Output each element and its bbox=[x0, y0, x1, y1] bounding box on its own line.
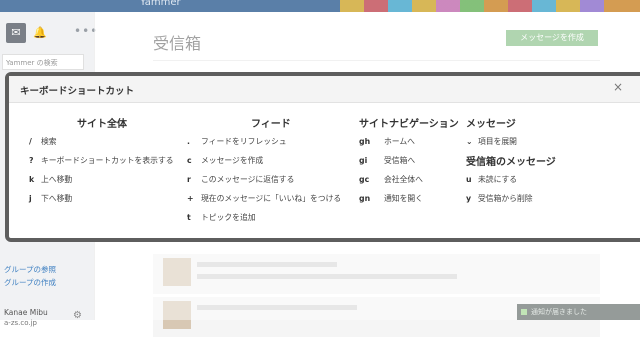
shortcut-row: c メッセージを作成 bbox=[187, 155, 263, 166]
shortcut-row: gc 会社全体へ bbox=[359, 174, 423, 185]
shortcut-row: gn 通知を開く bbox=[359, 193, 423, 204]
shortcut-key: r bbox=[187, 175, 191, 184]
shortcut-key: + bbox=[187, 194, 194, 203]
gear-icon[interactable]: ⚙ bbox=[73, 310, 82, 321]
shortcut-key: gn bbox=[359, 194, 371, 203]
shortcut-row: j 下へ移動 bbox=[29, 193, 72, 204]
shortcut-label: 未読にする bbox=[478, 175, 518, 184]
create-group-link[interactable]: グループの作成 bbox=[4, 277, 56, 288]
shortcut-key: / bbox=[29, 137, 32, 146]
shortcut-row: gi 受信箱へ bbox=[359, 155, 415, 166]
shortcut-label: メッセージを作成 bbox=[201, 156, 264, 165]
shortcut-row: y 受信箱から削除 bbox=[466, 193, 533, 204]
shortcut-row: gh ホームへ bbox=[359, 136, 415, 147]
bell-icon[interactable]: 🔔 bbox=[33, 26, 47, 39]
user-name[interactable]: Kanae Mibu bbox=[4, 308, 48, 317]
section-heading-site-navigation: サイトナビゲーション bbox=[359, 119, 459, 130]
shortcut-row: r このメッセージに返信する bbox=[187, 174, 294, 185]
shortcut-key: u bbox=[466, 175, 472, 184]
shortcut-row: + 現在のメッセージに「いいね」をつける bbox=[187, 193, 341, 204]
shortcut-label: 上へ移動 bbox=[41, 175, 73, 184]
shortcut-label: トピックを追加 bbox=[201, 213, 256, 222]
shortcut-row: ⌄ 項目を展開 bbox=[466, 136, 517, 147]
user-email: a-zs.co.jp bbox=[4, 319, 37, 327]
shortcut-key: t bbox=[187, 213, 191, 222]
shortcut-row: ? キーボードショートカットを表示する bbox=[29, 155, 174, 166]
shortcut-key: c bbox=[187, 156, 192, 165]
shortcut-label: 検索 bbox=[41, 137, 57, 146]
shortcut-label: 現在のメッセージに「いいね」をつける bbox=[201, 194, 342, 203]
section-heading-message: メッセージ bbox=[466, 119, 516, 130]
shortcut-row: k 上へ移動 bbox=[29, 174, 72, 185]
close-icon[interactable]: × bbox=[613, 80, 623, 94]
shortcut-key: y bbox=[466, 194, 472, 203]
top-navigation-bar: Yammer bbox=[0, 0, 640, 12]
shortcut-key: . bbox=[187, 137, 190, 146]
shortcut-row: t トピックを追加 bbox=[187, 212, 256, 223]
search-input[interactable]: Yammer の検索 bbox=[2, 54, 84, 70]
chevron-down-icon: ⌄ bbox=[466, 137, 473, 146]
section-heading-site: サイト全体 bbox=[77, 119, 127, 130]
keyboard-shortcuts-dialog: キーボードショートカット × サイト全体 / 検索 ? キーボードショートカットを表… bbox=[5, 72, 640, 242]
shortcut-label: 通知を開く bbox=[384, 194, 423, 203]
shortcut-row: . フィードをリフレッシュ bbox=[187, 136, 287, 147]
shortcut-label: ホームへ bbox=[384, 137, 415, 146]
shortcut-label: 項目を展開 bbox=[478, 137, 517, 146]
shortcut-label: フィードをリフレッシュ bbox=[201, 137, 287, 146]
browse-groups-link[interactable]: グループの参照 bbox=[4, 264, 56, 275]
shortcut-row: u 未読にする bbox=[466, 174, 517, 185]
shortcut-key: k bbox=[29, 175, 35, 184]
dialog-header: キーボードショートカット × bbox=[9, 76, 640, 103]
shortcut-key: ? bbox=[29, 156, 34, 165]
shortcut-key: j bbox=[29, 194, 32, 203]
shortcut-key: gi bbox=[359, 156, 368, 165]
section-heading-feed: フィード bbox=[251, 119, 291, 130]
dialog-title: キーボードショートカット bbox=[20, 86, 135, 97]
shortcut-row: / 検索 bbox=[29, 136, 57, 147]
shortcut-key: gc bbox=[359, 175, 370, 184]
brand-name: Yammer bbox=[140, 0, 181, 8]
shortcut-label: このメッセージに返信する bbox=[201, 175, 295, 184]
mail-icon[interactable]: ✉ bbox=[6, 23, 26, 43]
shortcut-label: 下へ移動 bbox=[41, 194, 73, 203]
header-decoration bbox=[340, 0, 640, 12]
shortcut-label: キーボードショートカットを表示する bbox=[41, 156, 174, 165]
shortcut-label: 会社全体へ bbox=[384, 175, 423, 184]
shortcut-key: gh bbox=[359, 137, 371, 146]
shortcut-label: 受信箱へ bbox=[384, 156, 416, 165]
section-heading-inbox-message: 受信箱のメッセージ bbox=[466, 157, 556, 168]
shortcut-label: 受信箱から削除 bbox=[478, 194, 533, 203]
